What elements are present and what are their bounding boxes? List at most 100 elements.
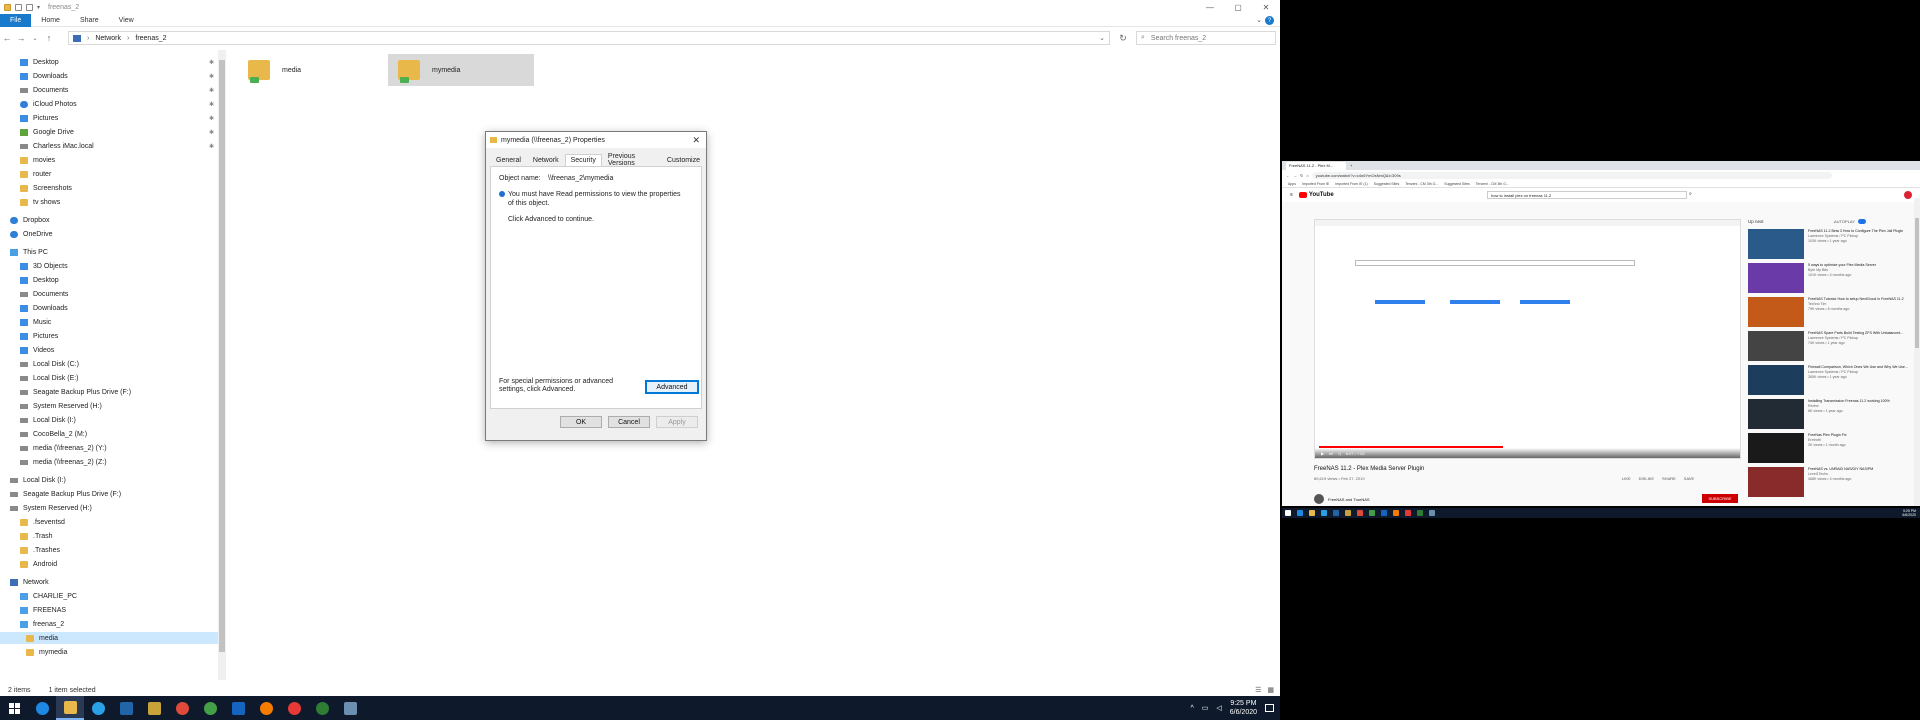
avatar[interactable] [1904, 191, 1912, 199]
browser-reload-icon[interactable]: ↻ [1300, 173, 1303, 178]
recommendation-item[interactable]: FreeNAS vs. UNRAID NAS/DIY NAS/PM Level1T… [1748, 467, 1908, 497]
play-icon[interactable]: ▶ [1321, 451, 1324, 456]
sidebar-item[interactable]: CocoBella_2 (M:) [0, 428, 218, 440]
browser-back-icon[interactable]: ← [1286, 173, 1290, 178]
taskbar-app-icon[interactable] [1297, 510, 1303, 516]
tab-view[interactable]: View [109, 14, 144, 27]
sidebar-item[interactable]: Documents [0, 288, 218, 300]
breadcrumb-freenas-2[interactable]: freenas_2 [135, 35, 166, 42]
recommendation-item[interactable]: FreeNas Plex Plugin Fix Eretrofit 2K views… [1748, 433, 1908, 463]
tab-home[interactable]: Home [31, 14, 70, 27]
sidebar-item[interactable]: Pictures [0, 330, 218, 342]
network-status-icon[interactable]: ▭ [1202, 704, 1209, 712]
green-app-icon[interactable] [196, 696, 224, 720]
recommendation-item[interactable]: Firewall Comparison, Which Ones We Use a… [1748, 365, 1908, 395]
media-app-icon[interactable] [140, 696, 168, 720]
taskbar-app-icon[interactable] [1405, 510, 1411, 516]
video-player[interactable]: ▶ ⏭ ◁ 6:07 / 7:52 [1314, 219, 1741, 459]
browser-forward-icon[interactable]: → [1293, 173, 1297, 178]
youtube-logo[interactable]: YouTube [1298, 192, 1334, 198]
chrome-icon[interactable] [168, 696, 196, 720]
channel-name[interactable]: FreeNAS and TrueNAS [1328, 497, 1370, 502]
next-icon[interactable]: ⏭ [1329, 451, 1333, 456]
script-app-icon[interactable] [336, 696, 364, 720]
advanced-button[interactable]: Advanced [645, 380, 699, 394]
bookmark-item[interactable]: Suggested Sites [1374, 182, 1400, 186]
tab-file[interactable]: File [0, 13, 32, 27]
tray-chevron-icon[interactable]: ^ [1190, 705, 1193, 712]
sidebar-item[interactable]: Seagate Backup Plus Drive (F:) [0, 386, 218, 398]
youtube-search-icon[interactable]: ⌕ [1689, 191, 1692, 197]
sidebar-item[interactable]: movies [0, 154, 218, 166]
navigation-scrollbar[interactable] [218, 50, 226, 680]
large-icons-view-icon[interactable]: ▦ [1267, 686, 1274, 694]
sidebar-item[interactable]: Charless iMac.local ✱ [0, 140, 218, 152]
recommendation-item[interactable]: 5 ways to optimize your Plex Media Serve… [1748, 263, 1908, 293]
bookmark-item[interactable]: Imported From IE [1302, 182, 1329, 186]
dislike-button[interactable]: DISLIKE [1639, 476, 1654, 481]
forward-arrow-icon[interactable]: → [14, 33, 28, 43]
sidebar-item[interactable]: Videos [0, 344, 218, 356]
sidebar-item[interactable]: CHARLIE_PC [0, 590, 218, 602]
browser-tab[interactable]: FreeNAS 11.2 - Plex M... [1286, 161, 1346, 170]
recommendation-thumbnail[interactable] [1748, 467, 1804, 497]
sidebar-item[interactable]: router [0, 168, 218, 180]
taskbar-app-icon[interactable] [1357, 510, 1363, 516]
breadcrumb-network[interactable]: Network [95, 35, 121, 42]
sidebar-item[interactable]: Downloads [0, 302, 218, 314]
sidebar-item[interactable]: Local Disk (I:) [0, 474, 218, 486]
sidebar-item[interactable]: Desktop [0, 274, 218, 286]
file-explorer-icon[interactable] [56, 696, 84, 720]
utorrent-icon[interactable] [308, 696, 336, 720]
orange-app-icon[interactable] [252, 696, 280, 720]
sidebar-item[interactable]: .Trash [0, 530, 218, 542]
customize-quick-access-icon[interactable]: ▾ [37, 4, 40, 11]
sidebar-item[interactable]: FREENAS [0, 604, 218, 616]
like-button[interactable]: LIKE [1622, 476, 1631, 481]
bookmark-item[interactable]: Tenzeni - CM 3th G... [1405, 182, 1438, 186]
recommendation-thumbnail[interactable] [1748, 331, 1804, 361]
recommendation-thumbnail[interactable] [1748, 365, 1804, 395]
volume-icon[interactable]: ◁ [1338, 451, 1341, 456]
url-bar[interactable]: youtube.com/watch?v=c4n6YmOsNmQ&t=309s [1311, 171, 1832, 179]
taskbar-app-icon[interactable] [1429, 510, 1435, 516]
taskbar-app-icon[interactable] [1417, 510, 1423, 516]
sidebar-item[interactable]: Downloads ✱ [0, 70, 218, 82]
address-bar[interactable]: › Network › freenas_2 ⌄ [68, 31, 1110, 45]
internet-explorer-icon[interactable] [84, 696, 112, 720]
new-folder-icon[interactable] [26, 3, 33, 11]
sidebar-item[interactable]: Google Drive ✱ [0, 126, 218, 138]
sidebar-item[interactable]: Desktop ✱ [0, 56, 218, 68]
bookmark-item[interactable]: Imported From IE (1) [1335, 182, 1367, 186]
right-clock[interactable]: 9:25 PM 6/6/2020 [1902, 509, 1916, 517]
start-button[interactable] [0, 696, 28, 720]
recommendation-thumbnail[interactable] [1748, 263, 1804, 293]
sidebar-item[interactable]: media (\\freenas_2) (Y:) [0, 442, 218, 454]
sidebar-item[interactable]: tv shows [0, 196, 218, 208]
sidebar-item[interactable]: freenas_2 [0, 618, 218, 630]
mail-icon[interactable] [224, 696, 252, 720]
cancel-button[interactable]: Cancel [608, 416, 650, 428]
clock[interactable]: 9:25 PM 6/6/2020 [1230, 699, 1257, 717]
help-icon[interactable]: ? [1265, 16, 1274, 25]
sidebar-item[interactable]: Pictures ✱ [0, 112, 218, 124]
recommendation-thumbnail[interactable] [1748, 229, 1804, 259]
recommendation-thumbnail[interactable] [1748, 297, 1804, 327]
sidebar-item[interactable]: media (\\freenas_2) (Z:) [0, 456, 218, 468]
apply-button[interactable]: Apply [656, 416, 698, 428]
sidebar-item[interactable]: mymedia [0, 646, 218, 658]
recommendation-item[interactable]: FreeNAS Spare Parts Build Testing ZFS Wi… [1748, 331, 1908, 361]
taskbar-app-icon[interactable] [1321, 510, 1327, 516]
recommendation-item[interactable]: FreeNAS Tutorial: How to setup NextCloud… [1748, 297, 1908, 327]
bookmark-item[interactable]: Suggested Sites [1444, 182, 1470, 186]
sidebar-item[interactable]: System Reserved (H:) [0, 502, 218, 514]
start-button[interactable] [1285, 510, 1291, 516]
autoplay-toggle[interactable]: AUTOPLAY [1834, 219, 1866, 224]
sidebar-item[interactable]: iCloud Photos ✱ [0, 98, 218, 110]
channel-avatar[interactable] [1314, 494, 1324, 504]
refresh-icon[interactable]: ↻ [1116, 31, 1130, 45]
taskbar-app-icon[interactable] [1393, 510, 1399, 516]
taskbar-app-icon[interactable] [1345, 510, 1351, 516]
tab-previous-versions[interactable]: Previous Versions [602, 153, 661, 167]
sidebar-item[interactable]: Music [0, 316, 218, 328]
